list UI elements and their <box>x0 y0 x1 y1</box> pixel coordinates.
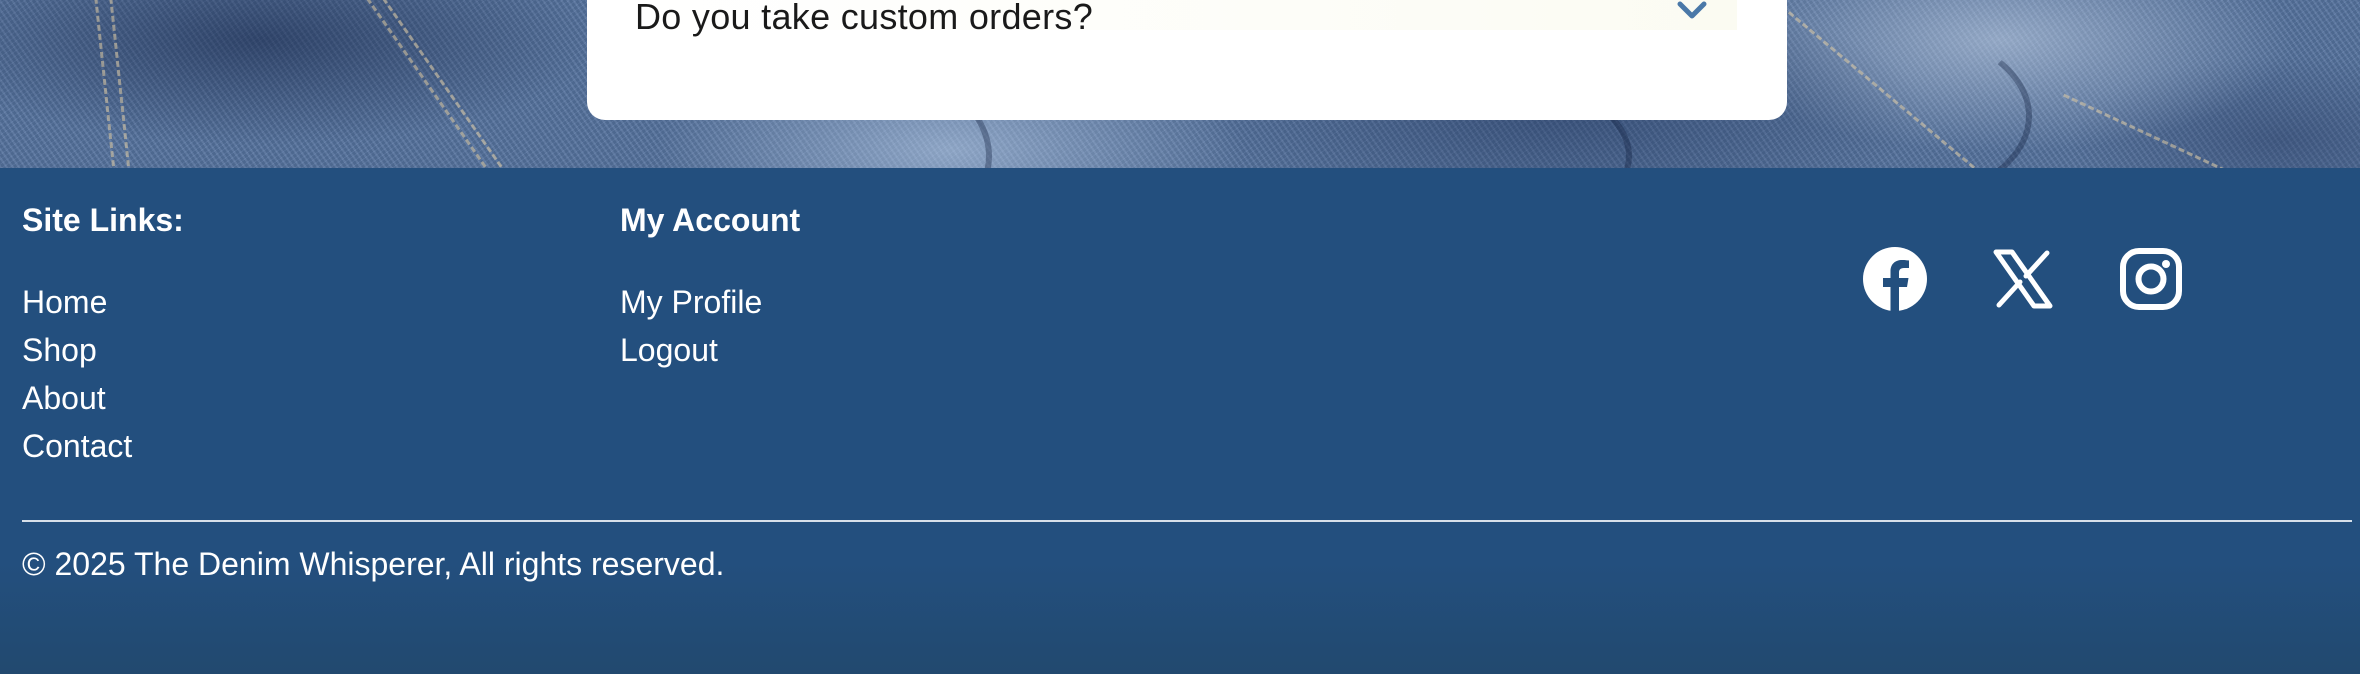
footer-link-contact-anchor[interactable]: Contact <box>22 428 132 464</box>
footer-my-account: My Account My Profile Logout <box>620 204 800 374</box>
footer-link-my-profile: My Profile <box>620 278 800 326</box>
social-links <box>1862 246 2184 312</box>
facebook-icon[interactable] <box>1862 246 1928 312</box>
footer-site-links: Site Links: Home Shop About Contact <box>22 204 184 470</box>
footer-site-links-heading: Site Links: <box>22 202 184 238</box>
denim-seam <box>91 0 122 168</box>
account-links-list: My Profile Logout <box>620 278 800 374</box>
footer-link-contact: Contact <box>22 422 184 470</box>
denim-seam <box>2063 93 2300 168</box>
footer-link-home: Home <box>22 278 184 326</box>
site-links-list: Home Shop About Contact <box>22 278 184 470</box>
footer-link-my-profile-anchor[interactable]: My Profile <box>620 284 762 320</box>
site-footer: Site Links: Home Shop About Contact My A… <box>0 168 2360 674</box>
footer-link-about: About <box>22 374 184 422</box>
denim-seam <box>371 0 524 168</box>
faq-card: Do you take custom orders? <box>587 0 1787 120</box>
denim-hero-background: Do you take custom orders? <box>0 0 2360 168</box>
copyright-text: © 2025 The Denim Whisperer, All rights r… <box>22 546 725 582</box>
footer-link-about-anchor[interactable]: About <box>22 380 106 416</box>
footer-link-logout-anchor[interactable]: Logout <box>620 332 718 368</box>
footer-link-shop: Shop <box>22 326 184 374</box>
x-icon[interactable] <box>1990 246 2056 312</box>
denim-fold <box>1780 30 2032 168</box>
footer-link-shop-anchor[interactable]: Shop <box>22 332 97 368</box>
footer-link-home-anchor[interactable]: Home <box>22 284 107 320</box>
faq-question-text: Do you take custom orders? <box>635 0 1094 37</box>
footer-link-logout: Logout <box>620 326 800 374</box>
faq-question-toggle[interactable]: Do you take custom orders? <box>617 0 1737 37</box>
chevron-down-icon[interactable] <box>1677 0 1707 22</box>
footer-divider <box>22 520 2352 522</box>
footer-my-account-heading: My Account <box>620 202 801 238</box>
instagram-icon[interactable] <box>2118 246 2184 312</box>
